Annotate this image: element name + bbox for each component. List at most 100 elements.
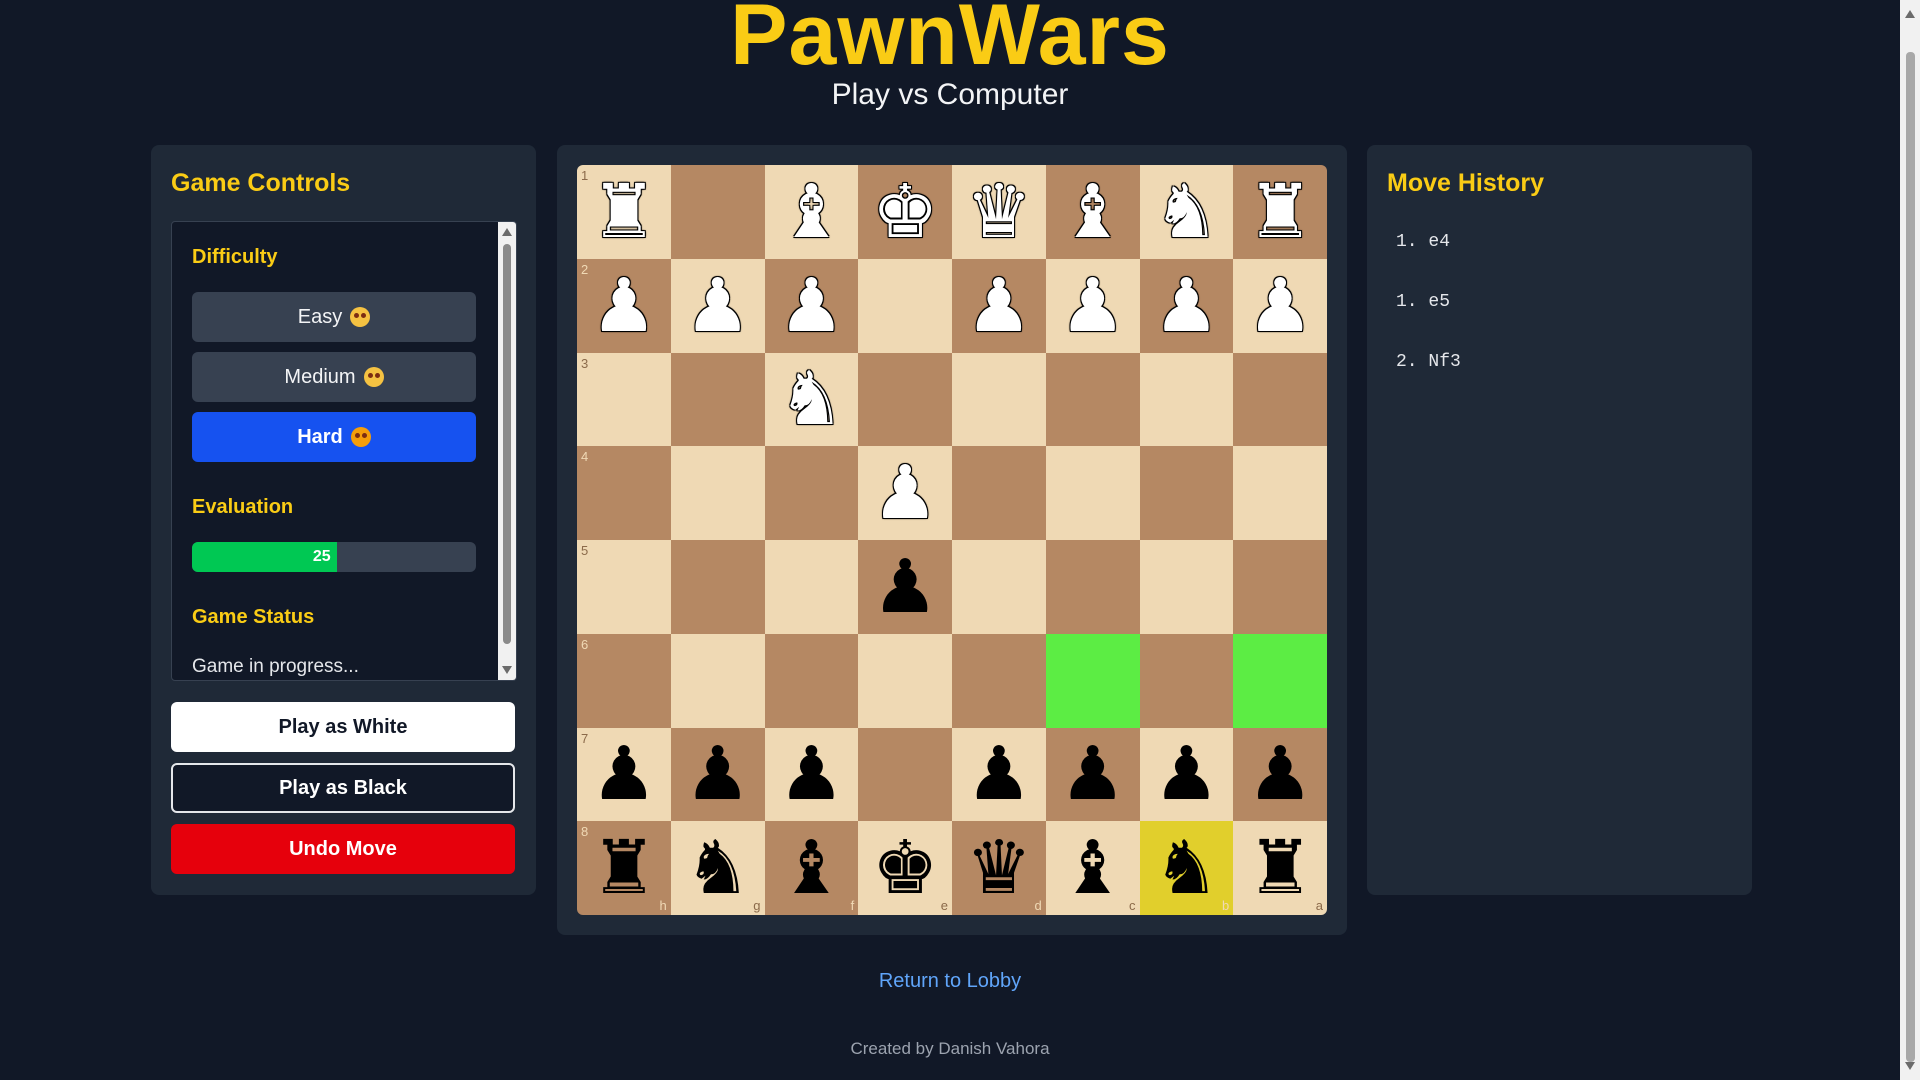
board-square-c3[interactable] — [1045, 352, 1140, 447]
board-square-g2[interactable]: ♟ — [670, 258, 765, 353]
white-pawn-icon[interactable]: ♟ — [778, 269, 844, 343]
board-square-e7[interactable] — [858, 727, 952, 822]
board-square-g5[interactable] — [670, 540, 765, 634]
board-square-d7[interactable]: ♟ — [952, 727, 1046, 822]
board-square-d1[interactable]: ♛ — [952, 165, 1046, 259]
page-scroll-up-arrow-icon[interactable] — [1905, 10, 1915, 18]
controls-scroll-thumb[interactable] — [503, 244, 511, 644]
black-pawn-icon[interactable]: ♟ — [591, 737, 657, 811]
board-square-b3[interactable] — [1139, 352, 1234, 447]
board-square-h2[interactable]: 2 ♟ — [577, 258, 671, 353]
board-square-f3[interactable]: ♞ — [764, 352, 859, 447]
white-king-icon[interactable]: ♚ — [872, 175, 938, 249]
black-bishop-icon[interactable]: ♝ — [1059, 831, 1125, 905]
white-rook-icon[interactable]: ♜ — [1247, 175, 1313, 249]
board-square-d8[interactable]: d ♛ — [952, 821, 1046, 915]
board-square-c8[interactable]: c ♝ — [1045, 821, 1140, 915]
white-pawn-icon[interactable]: ♟ — [966, 269, 1032, 343]
black-knight-icon[interactable]: ♞ — [1153, 831, 1219, 905]
difficulty-medium-button[interactable]: Medium — [192, 352, 476, 402]
white-pawn-icon[interactable]: ♟ — [684, 269, 750, 343]
board-square-f1[interactable]: ♝ — [764, 165, 859, 259]
board-square-h1[interactable]: 1 ♜ — [577, 165, 671, 259]
return-to-lobby-link[interactable]: Return to Lobby — [0, 970, 1900, 993]
black-rook-icon[interactable]: ♜ — [591, 831, 657, 905]
board-square-b7[interactable]: ♟ — [1139, 727, 1234, 822]
board-square-f5[interactable] — [764, 540, 859, 634]
play-as-black-button[interactable]: Play as Black — [171, 763, 515, 813]
black-pawn-icon[interactable]: ♟ — [1059, 737, 1125, 811]
board-square-b2[interactable]: ♟ — [1139, 258, 1234, 353]
board-square-f4[interactable] — [764, 446, 859, 540]
white-bishop-icon[interactable]: ♝ — [778, 175, 844, 249]
board-square-a1[interactable]: ♜ — [1233, 165, 1327, 259]
black-pawn-icon[interactable]: ♟ — [778, 737, 844, 811]
white-pawn-icon[interactable]: ♟ — [591, 269, 657, 343]
board-square-e8[interactable]: e ♚ — [858, 821, 952, 915]
black-pawn-icon[interactable]: ♟ — [684, 737, 750, 811]
white-bishop-icon[interactable]: ♝ — [1059, 175, 1125, 249]
board-square-f6[interactable] — [764, 633, 859, 728]
board-square-a7[interactable]: ♟ — [1233, 727, 1327, 822]
page-scroll-down-arrow-icon[interactable] — [1905, 1062, 1915, 1070]
board-square-d2[interactable]: ♟ — [952, 258, 1046, 353]
board-square-e4[interactable]: ♟ — [858, 446, 952, 540]
board-square-a2[interactable]: ♟ — [1233, 258, 1327, 353]
scroll-down-arrow-icon[interactable] — [502, 666, 512, 674]
board-square-h6[interactable]: 6 — [577, 633, 671, 728]
board-square-h4[interactable]: 4 — [577, 446, 671, 540]
white-rook-icon[interactable]: ♜ — [591, 175, 657, 249]
board-square-e2[interactable] — [858, 258, 952, 353]
white-pawn-icon[interactable]: ♟ — [1153, 269, 1219, 343]
black-pawn-icon[interactable]: ♟ — [1153, 737, 1219, 811]
board-square-a5[interactable] — [1233, 540, 1327, 634]
board-square-a4[interactable] — [1233, 446, 1327, 540]
black-bishop-icon[interactable]: ♝ — [778, 831, 844, 905]
board-square-g1[interactable] — [670, 165, 765, 259]
board-square-h5[interactable]: 5 — [577, 540, 671, 634]
board-square-a8[interactable]: a ♜ — [1233, 821, 1327, 915]
board-square-g8[interactable]: g ♞ — [670, 821, 765, 915]
board-square-b5[interactable] — [1139, 540, 1234, 634]
board-square-b4[interactable] — [1139, 446, 1234, 540]
board-square-g3[interactable] — [670, 352, 765, 447]
black-rook-icon[interactable]: ♜ — [1247, 831, 1313, 905]
board-square-c6[interactable] — [1045, 633, 1140, 728]
board-square-c7[interactable]: ♟ — [1045, 727, 1140, 822]
board-square-a3[interactable] — [1233, 352, 1327, 447]
black-knight-icon[interactable]: ♞ — [684, 831, 750, 905]
scroll-up-arrow-icon[interactable] — [502, 228, 512, 236]
white-pawn-icon[interactable]: ♟ — [1247, 269, 1313, 343]
board-square-f8[interactable]: f ♝ — [764, 821, 859, 915]
white-pawn-icon[interactable]: ♟ — [1059, 269, 1125, 343]
difficulty-hard-button[interactable]: Hard — [192, 412, 476, 462]
play-as-white-button[interactable]: Play as White — [171, 702, 515, 752]
board-square-c2[interactable]: ♟ — [1045, 258, 1140, 353]
board-square-d5[interactable] — [952, 540, 1046, 634]
board-square-e3[interactable] — [858, 352, 952, 447]
white-queen-icon[interactable]: ♛ — [966, 175, 1032, 249]
board-square-g6[interactable] — [670, 633, 765, 728]
board-square-c4[interactable] — [1045, 446, 1140, 540]
black-pawn-icon[interactable]: ♟ — [1247, 737, 1313, 811]
board-square-e6[interactable] — [858, 633, 952, 728]
page-scrollbar[interactable] — [1900, 0, 1920, 1080]
undo-move-button[interactable]: Undo Move — [171, 824, 515, 874]
board-square-c5[interactable] — [1045, 540, 1140, 634]
board-square-a6[interactable] — [1233, 633, 1327, 728]
board-square-b6[interactable] — [1139, 633, 1234, 728]
page-scroll-thumb[interactable] — [1906, 52, 1915, 1062]
black-pawn-icon[interactable]: ♟ — [966, 737, 1032, 811]
board-square-d3[interactable] — [952, 352, 1046, 447]
white-knight-icon[interactable]: ♞ — [1153, 175, 1219, 249]
board-square-b8[interactable]: b ♞ — [1139, 821, 1234, 915]
board-square-h7[interactable]: 7 ♟ — [577, 727, 671, 822]
board-square-c1[interactable]: ♝ — [1045, 165, 1140, 259]
black-queen-icon[interactable]: ♛ — [966, 831, 1032, 905]
board-square-b1[interactable]: ♞ — [1139, 165, 1234, 259]
controls-scroll-area[interactable]: Difficulty Easy Medium Hard Evaluation 2… — [171, 221, 517, 681]
board-square-d4[interactable] — [952, 446, 1046, 540]
board-square-h8[interactable]: 8 h ♜ — [577, 821, 671, 915]
white-pawn-icon[interactable]: ♟ — [872, 456, 938, 530]
board-square-f7[interactable]: ♟ — [764, 727, 859, 822]
